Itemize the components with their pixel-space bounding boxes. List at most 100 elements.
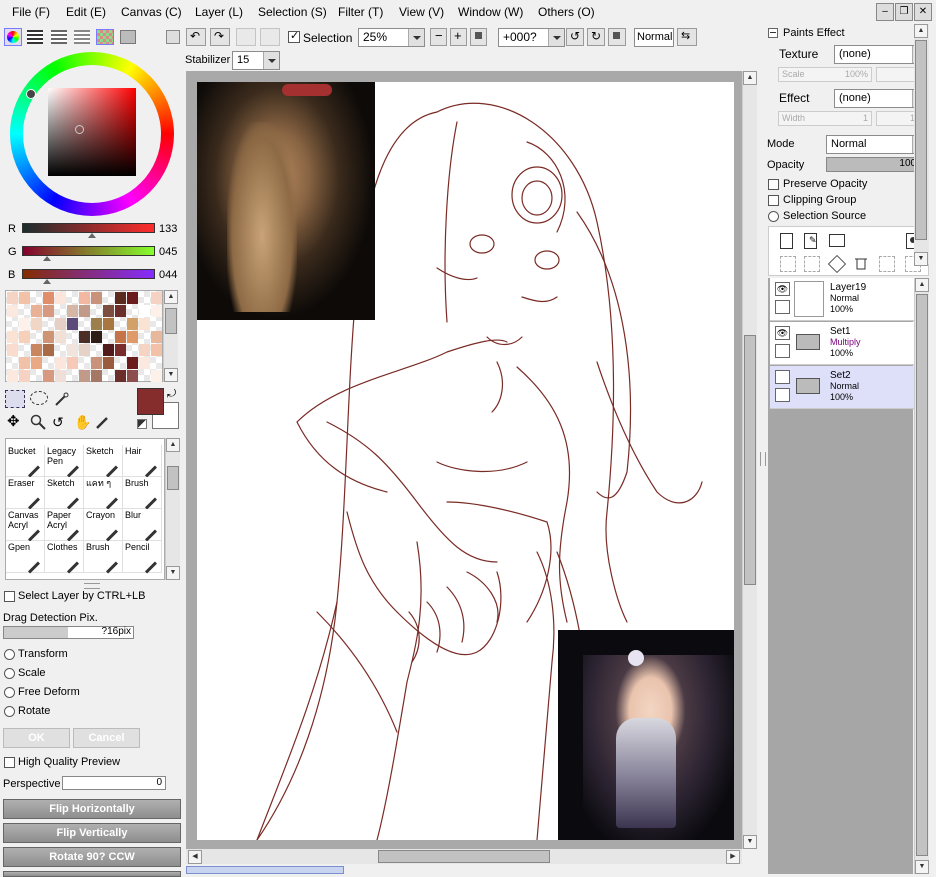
brush-slot[interactable]: Legacy Pen	[45, 445, 84, 478]
delete-layer-icon[interactable]	[854, 256, 868, 270]
swatch-cell[interactable]	[139, 357, 150, 369]
visibility-eye-icon[interactable]: 👁	[775, 282, 790, 296]
swatch-scrollbar[interactable]: ▲ ▼	[163, 290, 178, 382]
swatch-cell[interactable]	[127, 370, 138, 382]
rotate-radio[interactable]	[4, 706, 15, 717]
cancel-button[interactable]: Cancel	[73, 728, 140, 748]
clipping-group-checkbox[interactable]	[768, 195, 779, 206]
scale-radio[interactable]	[4, 668, 15, 679]
swatch-cell[interactable]	[31, 357, 42, 369]
menu-edit[interactable]: Edit (E)	[66, 5, 106, 19]
view-mode-select[interactable]: Normal	[634, 28, 674, 47]
rotate-right-button[interactable]: ↻	[587, 28, 605, 46]
swatch-cell[interactable]	[19, 357, 30, 369]
swatch-cell[interactable]	[19, 318, 30, 330]
menu-layer[interactable]: Layer (L)	[195, 5, 243, 19]
menu-file[interactable]: File (F)	[12, 5, 50, 19]
swatch-cell[interactable]	[91, 357, 102, 369]
free-deform-radio[interactable]	[4, 687, 15, 698]
swatch-cell[interactable]	[67, 357, 78, 369]
lasso-icon[interactable]	[30, 391, 48, 405]
canvas-v-thumb[interactable]	[744, 335, 756, 585]
scroll-down-icon[interactable]: ▼	[914, 252, 928, 266]
swatch-cell[interactable]	[43, 370, 54, 382]
swatch-cell[interactable]	[103, 318, 114, 330]
swatch-cell[interactable]	[31, 344, 42, 356]
zoom-out-button[interactable]: −	[430, 28, 447, 46]
swatch-cell[interactable]	[43, 331, 54, 343]
swatch-cell[interactable]	[79, 344, 90, 356]
swatch-cell[interactable]	[19, 331, 30, 343]
b-slider[interactable]	[22, 269, 155, 279]
scroll-down-icon[interactable]: ▼	[743, 835, 757, 849]
swatch-cell[interactable]	[151, 370, 162, 382]
swatch-cell[interactable]	[55, 331, 66, 343]
brush-slot[interactable]: Blur	[123, 509, 162, 542]
selection-checkbox[interactable]: ✓	[288, 30, 300, 43]
move-icon[interactable]: ✥	[7, 414, 23, 430]
swatch-cell[interactable]	[103, 305, 114, 317]
hq-preview-checkbox[interactable]	[4, 757, 15, 768]
swatch-cell[interactable]	[139, 305, 150, 317]
swatch-tab-icon[interactable]	[96, 29, 114, 45]
swatch-cell[interactable]	[127, 331, 138, 343]
swatch-cell[interactable]	[7, 344, 18, 356]
zoom-icon[interactable]	[30, 414, 46, 430]
layer-scroll-thumb[interactable]	[916, 294, 928, 856]
layer-property-icon[interactable]	[879, 256, 895, 272]
swatch-cell[interactable]	[31, 305, 42, 317]
rotate-reset-button[interactable]	[608, 28, 626, 46]
primary-color-swatch[interactable]	[137, 388, 164, 415]
preserve-opacity-checkbox[interactable]	[768, 179, 779, 190]
lock-toggle[interactable]	[775, 388, 790, 402]
scroll-left-icon[interactable]: ◀	[188, 850, 202, 864]
rect-select-icon[interactable]	[5, 390, 25, 408]
swatch-cell[interactable]	[79, 305, 90, 317]
g-slider-handle[interactable]	[43, 256, 51, 261]
swatch-cell[interactable]	[43, 305, 54, 317]
swatch-cell[interactable]	[7, 305, 18, 317]
hsv-slider-tab-icon[interactable]	[51, 30, 67, 44]
hand-icon[interactable]: ✋	[74, 414, 91, 430]
swatch-cell[interactable]	[79, 292, 90, 304]
menu-filter[interactable]: Filter (T)	[338, 5, 383, 19]
new-linework-layer-icon[interactable]: ✎	[804, 233, 817, 249]
saturation-value-square[interactable]	[48, 88, 136, 176]
brush-slot[interactable]: Gpen	[6, 541, 45, 574]
color-wheel-tab[interactable]	[4, 28, 22, 46]
restore-button[interactable]: ❐	[895, 3, 913, 21]
canvas-h-scrollbar[interactable]: ◀ ▶	[186, 849, 742, 864]
sv-picker[interactable]	[75, 125, 84, 134]
menu-others[interactable]: Others (O)	[538, 5, 595, 19]
close-button[interactable]: ✕	[914, 3, 932, 21]
redo-button[interactable]: ↷	[210, 28, 230, 46]
swatch-cell[interactable]	[91, 292, 102, 304]
transfer-down-icon[interactable]	[780, 256, 796, 272]
canvas-h-thumb[interactable]	[378, 850, 550, 863]
transform-radio[interactable]	[4, 649, 15, 660]
scratchpad-tab-icon[interactable]	[120, 30, 136, 44]
canvas-tab[interactable]	[186, 866, 344, 874]
swatch-cell[interactable]	[79, 331, 90, 343]
r-slider-handle[interactable]	[88, 233, 96, 238]
zoom-select[interactable]: 25%	[358, 28, 425, 47]
brush-slot[interactable]: Brush	[123, 477, 162, 510]
effect-width-field[interactable]: Width 1	[778, 111, 872, 126]
brush-slot[interactable]: Crayon	[84, 509, 123, 542]
mixer-tab-icon[interactable]	[74, 30, 90, 44]
b-slider-handle[interactable]	[43, 279, 51, 284]
zoom-in-button[interactable]: +	[450, 28, 467, 46]
menu-view[interactable]: View (V)	[399, 5, 444, 19]
swatch-cell[interactable]	[7, 292, 18, 304]
r-slider[interactable]	[22, 223, 155, 233]
scroll-up-icon[interactable]: ▲	[166, 438, 180, 452]
menu-window[interactable]: Window (W)	[458, 5, 523, 19]
swatch-cell[interactable]	[115, 344, 126, 356]
swatch-cell[interactable]	[43, 292, 54, 304]
invert-selection-button[interactable]	[260, 28, 280, 46]
swatch-cell[interactable]	[31, 318, 42, 330]
swatch-cell[interactable]	[103, 344, 114, 356]
splitter-grip[interactable]	[84, 583, 100, 589]
swatch-cell[interactable]	[67, 305, 78, 317]
brush-scrollbar[interactable]: ▲ ▼	[165, 438, 180, 580]
